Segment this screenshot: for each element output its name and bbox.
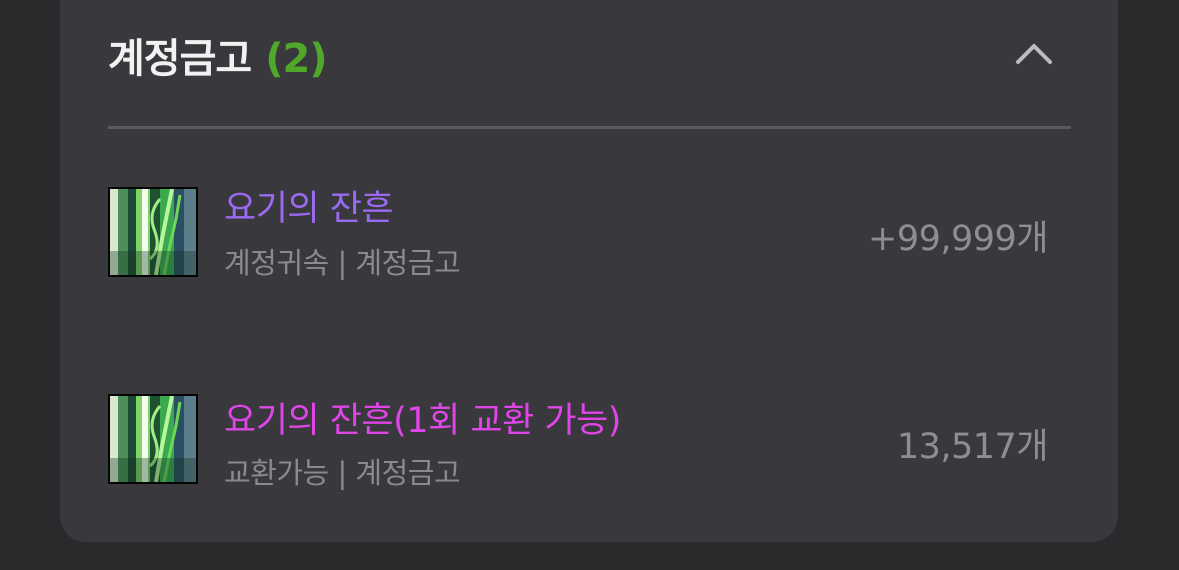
item-subtitle: 계정귀속 | 계정금고 — [224, 246, 461, 280]
item-subtitle: 교환가능 | 계정금고 — [224, 456, 461, 490]
vault-item[interactable]: 요기의 잔흔(1회 교환 가능) 교환가능 | 계정금고 13,517개 — [108, 392, 1049, 492]
item-name: 요기의 잔흔 — [224, 189, 394, 229]
section-header[interactable]: 계정금고 (2) — [108, 0, 1071, 110]
item-quantity: 13,517개 — [896, 427, 1049, 467]
section-count: (2) — [265, 36, 327, 82]
chevron-up-icon — [1016, 44, 1052, 64]
item-thumbnail — [108, 394, 198, 484]
item-thumbnail — [108, 187, 198, 277]
section-title-label: 계정금고 — [108, 36, 252, 82]
section-title: 계정금고 (2) — [108, 26, 328, 84]
section-divider — [108, 126, 1071, 129]
vault-item[interactable]: 요기의 잔흔 계정귀속 | 계정금고 +99,999개 — [108, 186, 1049, 286]
item-quantity: +99,999개 — [868, 219, 1049, 259]
item-name: 요기의 잔흔(1회 교환 가능) — [224, 401, 621, 441]
collapse-button[interactable] — [1004, 30, 1064, 76]
